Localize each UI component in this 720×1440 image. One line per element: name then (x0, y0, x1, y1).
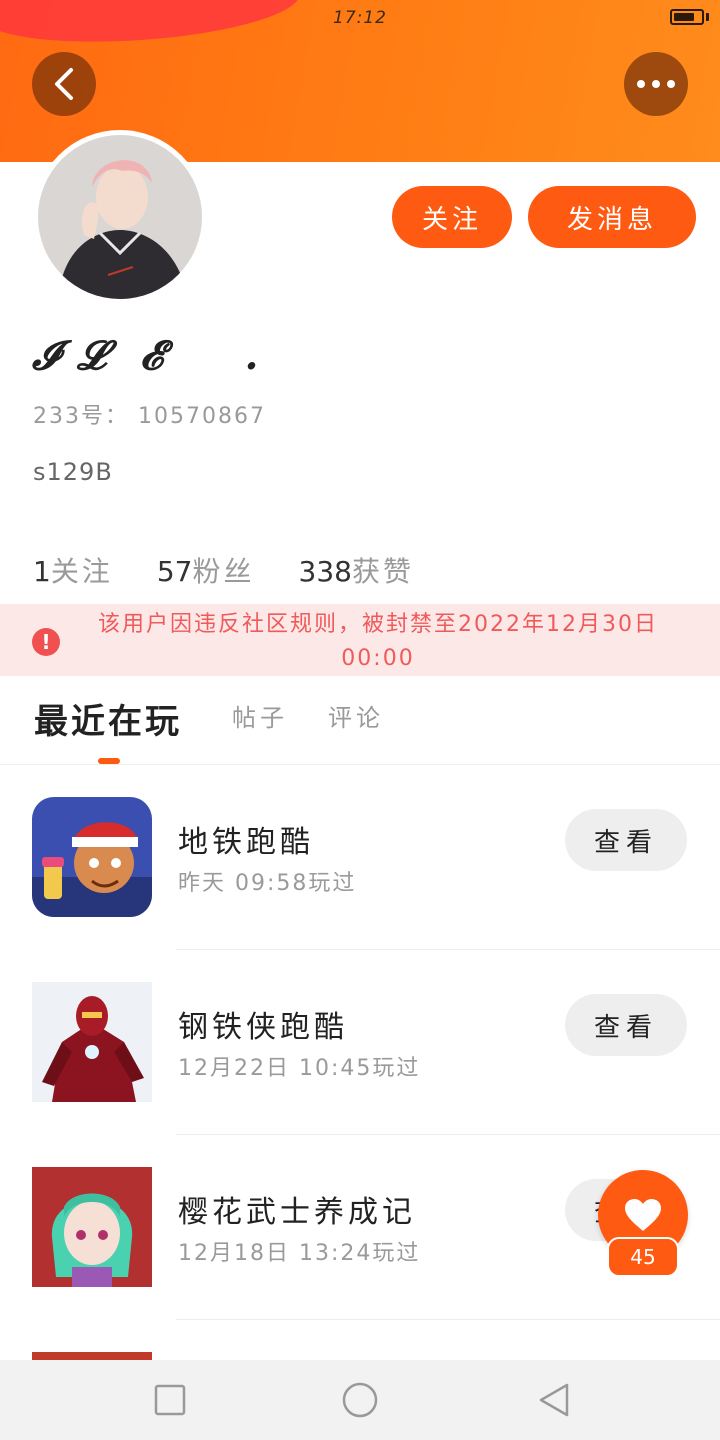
stat-likes-count: 338 (298, 555, 352, 588)
username: 𝓘 𝓛 𝓔 . (32, 332, 261, 379)
back-button[interactable] (32, 52, 96, 116)
tab-posts[interactable]: 帖子 (232, 698, 288, 733)
user-id: 233号： 10570867 (33, 404, 266, 429)
game-last-played: 昨天 09:58玩过 (178, 871, 357, 896)
game-icon-sakura (32, 1167, 152, 1287)
chevron-left-icon (55, 68, 73, 100)
tab-recently-played[interactable]: 最近在玩 (34, 694, 182, 743)
view-button[interactable]: 查看 (565, 809, 687, 871)
system-nav-bar (0, 1360, 720, 1440)
view-button[interactable]: 查看 (565, 994, 687, 1056)
ban-notice: ! 该用户因违反社区规则，被封禁至2022年12月30日 00:00 (0, 604, 720, 676)
follow-button[interactable]: 关注 (392, 186, 512, 248)
user-bio: s129B (33, 458, 113, 486)
game-name: 樱花武士养成记 (178, 1195, 416, 1230)
avatar-image (38, 135, 202, 299)
battery-level (674, 13, 694, 21)
exclamation-icon: ! (32, 628, 60, 656)
square-icon (154, 1384, 186, 1416)
game-name: 钢铁侠跑酷 (178, 1010, 348, 1045)
profile-stats: 1关注 57粉丝 338获赞 (33, 550, 414, 590)
stat-following-label: 关注 (50, 555, 113, 588)
more-dots-icon (637, 80, 675, 88)
send-message-button[interactable]: 发消息 (528, 186, 696, 248)
game-name: 地铁跑酷 (178, 825, 314, 860)
game-list-item[interactable]: 地铁跑酷 昨天 09:58玩过 查看 (0, 765, 720, 950)
triangle-back-icon (539, 1383, 569, 1417)
battery-icon (670, 9, 704, 25)
game-last-played: 12月18日 13:24玩过 (178, 1241, 421, 1266)
back-nav-button[interactable] (534, 1380, 574, 1420)
like-count: 45 (607, 1237, 679, 1277)
game-icon-ironman (32, 982, 152, 1102)
stat-fans-count: 57 (156, 555, 193, 588)
circle-icon (342, 1382, 378, 1418)
game-last-played: 12月22日 10:45玩过 (178, 1056, 421, 1081)
status-time: 17:12 (333, 8, 387, 28)
active-tab-indicator (98, 758, 120, 764)
stat-likes-label: 获赞 (351, 555, 414, 588)
more-button[interactable] (624, 52, 688, 116)
home-button[interactable] (340, 1380, 380, 1420)
tab-comments[interactable]: 评论 (328, 698, 384, 733)
game-icon-subway (32, 797, 152, 917)
game-icon-partial (32, 1352, 152, 1360)
row-divider (176, 1319, 720, 1320)
recent-apps-button[interactable] (150, 1380, 190, 1420)
avatar[interactable] (33, 130, 207, 304)
stat-fans-label: 粉丝 (192, 555, 255, 588)
stat-following[interactable]: 1关注 (33, 550, 113, 590)
tab-bar: 最近在玩 帖子 评论 (0, 676, 720, 765)
heart-icon (625, 1199, 661, 1231)
game-list-item[interactable]: 钢铁侠跑酷 12月22日 10:45玩过 查看 (0, 950, 720, 1135)
stat-likes: 338获赞 (299, 550, 414, 590)
battery-tip (706, 13, 709, 21)
stat-fans[interactable]: 57粉丝 (157, 550, 255, 590)
stat-following-count: 1 (33, 555, 51, 588)
ban-notice-text: 该用户因违反社区规则，被封禁至2022年12月30日 00:00 (98, 612, 658, 671)
